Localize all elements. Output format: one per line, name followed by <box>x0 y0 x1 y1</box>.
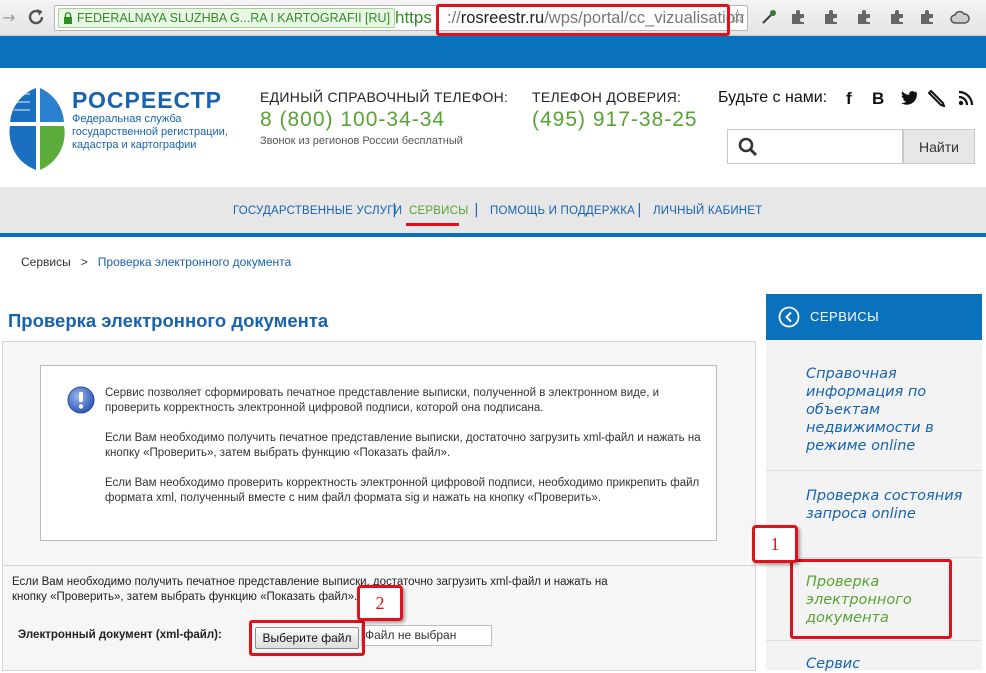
sidebar-item-reference-info[interactable]: Справочная информация по объектам недвиж… <box>806 365 966 455</box>
logo-subtitle-line: Федеральная служба <box>72 113 182 125</box>
rosreestr-logo-emblem[interactable] <box>6 82 66 172</box>
puzzle-extension-icon[interactable] <box>918 8 936 26</box>
sidebar-separator <box>766 557 982 558</box>
hotline-label: ЕДИНЫЙ СПРАВОЧНЫЙ ТЕЛЕФОН: <box>260 89 509 105</box>
site-top-band <box>0 36 986 68</box>
nav-item-gov-services[interactable]: ГОСУДАРСТВЕННЫЕ УСЛУГИ <box>233 205 402 217</box>
logo-title: РОСРЕЕСТР <box>72 87 222 113</box>
nav-separator: | <box>637 202 642 218</box>
page-title: Проверка электронного документа <box>8 310 329 331</box>
search-button[interactable]: Найти <box>903 129 975 164</box>
nav-item-help[interactable]: ПОМОЩЬ И ПОДДЕРЖКА <box>490 205 635 217</box>
info-box: Сервис позволяет сформировать печатное п… <box>40 365 717 541</box>
info-paragraph: Сервис позволяет сформировать печатное п… <box>105 387 660 414</box>
sidebar-item-highlight-frame <box>790 559 952 639</box>
ev-certificate-badge[interactable]: FEDERALNAYA SLUZHBA G...RA I KARTOGRAFII… <box>58 8 396 28</box>
sidebar-title: СЕРВИСЫ <box>810 309 880 324</box>
callout-badge: 1 <box>752 525 798 563</box>
livejournal-icon[interactable] <box>928 89 946 107</box>
file-field-label: Электронный документ (xml-файл): <box>18 629 222 641</box>
breadcrumb: Сервисы > Проверка электронного документ… <box>21 255 291 269</box>
sidebar-item-request-status[interactable]: Проверка состояния запроса online <box>806 487 966 523</box>
puzzle-extension-icon[interactable] <box>888 8 906 26</box>
info-paragraph: Если Вам необходимо проверить корректнос… <box>105 477 700 504</box>
file-button-highlight-frame <box>249 620 365 656</box>
ev-certificate-name: FEDERALNAYA SLUZHBA G...RA I KARTOGRAFII… <box>77 11 391 25</box>
logo-subtitle-line: кадастра и картографии <box>72 139 197 151</box>
social-label: Будьте с нами: <box>718 89 828 106</box>
browser-toolbar: → FEDERALNAYA SLUZHBA G...RA I KARTOGRAF… <box>0 0 986 36</box>
nav-item-services[interactable]: СЕРВИСЫ <box>409 205 468 217</box>
bookmark-star-icon[interactable]: ☆ <box>729 6 746 28</box>
puzzle-extension-icon[interactable] <box>822 8 840 26</box>
logo-subtitle: Федеральная служба государственной регис… <box>72 113 242 152</box>
hotline-number[interactable]: 8 (800) 100-34-34 <box>260 108 445 132</box>
site-search <box>727 129 903 164</box>
search-input[interactable] <box>758 131 898 162</box>
facebook-icon[interactable]: f <box>846 89 852 109</box>
info-icon <box>67 386 95 414</box>
breadcrumb-current[interactable]: Проверка электронного документа <box>98 255 291 269</box>
eyedropper-icon[interactable] <box>760 8 778 26</box>
trust-line-label: ТЕЛЕФОН ДОВЕРИЯ: <box>532 89 682 105</box>
reload-icon[interactable] <box>26 7 46 27</box>
cloud-icon[interactable] <box>950 8 970 26</box>
nav-active-underline <box>406 223 459 226</box>
nav-separator: | <box>392 202 397 218</box>
lock-icon <box>64 12 72 24</box>
sidebar-separator <box>766 470 982 471</box>
nav-item-account[interactable]: ЛИЧНЫЙ КАБИНЕТ <box>653 205 762 217</box>
trust-line-number[interactable]: (495) 917-38-25 <box>532 108 698 132</box>
file-status: Файл не выбран <box>361 625 492 646</box>
puzzle-extension-icon[interactable] <box>789 8 807 26</box>
logo-subtitle-line: государственной регистрации, <box>72 126 228 138</box>
twitter-icon[interactable] <box>900 90 918 106</box>
hotline-note: Звонок из регионов России бесплатный <box>260 135 463 147</box>
url-highlight-frame <box>436 4 730 36</box>
url-scheme: https <box>395 8 432 27</box>
breadcrumb-separator: > <box>80 255 88 269</box>
search-icon <box>738 137 758 157</box>
main-nav: ГОСУДАРСТВЕННЫЕ УСЛУГИ | СЕРВИСЫ | ПОМОЩ… <box>0 187 986 237</box>
forward-icon[interactable]: → <box>2 8 15 27</box>
callout-badge: 2 <box>357 585 403 621</box>
sidebar-separator <box>766 640 982 641</box>
puzzle-extension-icon[interactable] <box>855 8 873 26</box>
sidebar-header[interactable]: СЕРВИСЫ <box>766 294 982 340</box>
sidebar-item-service[interactable]: Сервис <box>806 655 966 673</box>
nav-separator: | <box>474 202 479 218</box>
rss-icon[interactable] <box>958 90 974 106</box>
chevron-left-circle-icon[interactable] <box>778 306 800 328</box>
vkontakte-icon[interactable]: В <box>872 89 884 109</box>
content-divider <box>2 565 756 566</box>
info-paragraph: Если Вам необходимо получить печатное пр… <box>105 432 701 459</box>
breadcrumb-root[interactable]: Сервисы <box>21 255 71 269</box>
